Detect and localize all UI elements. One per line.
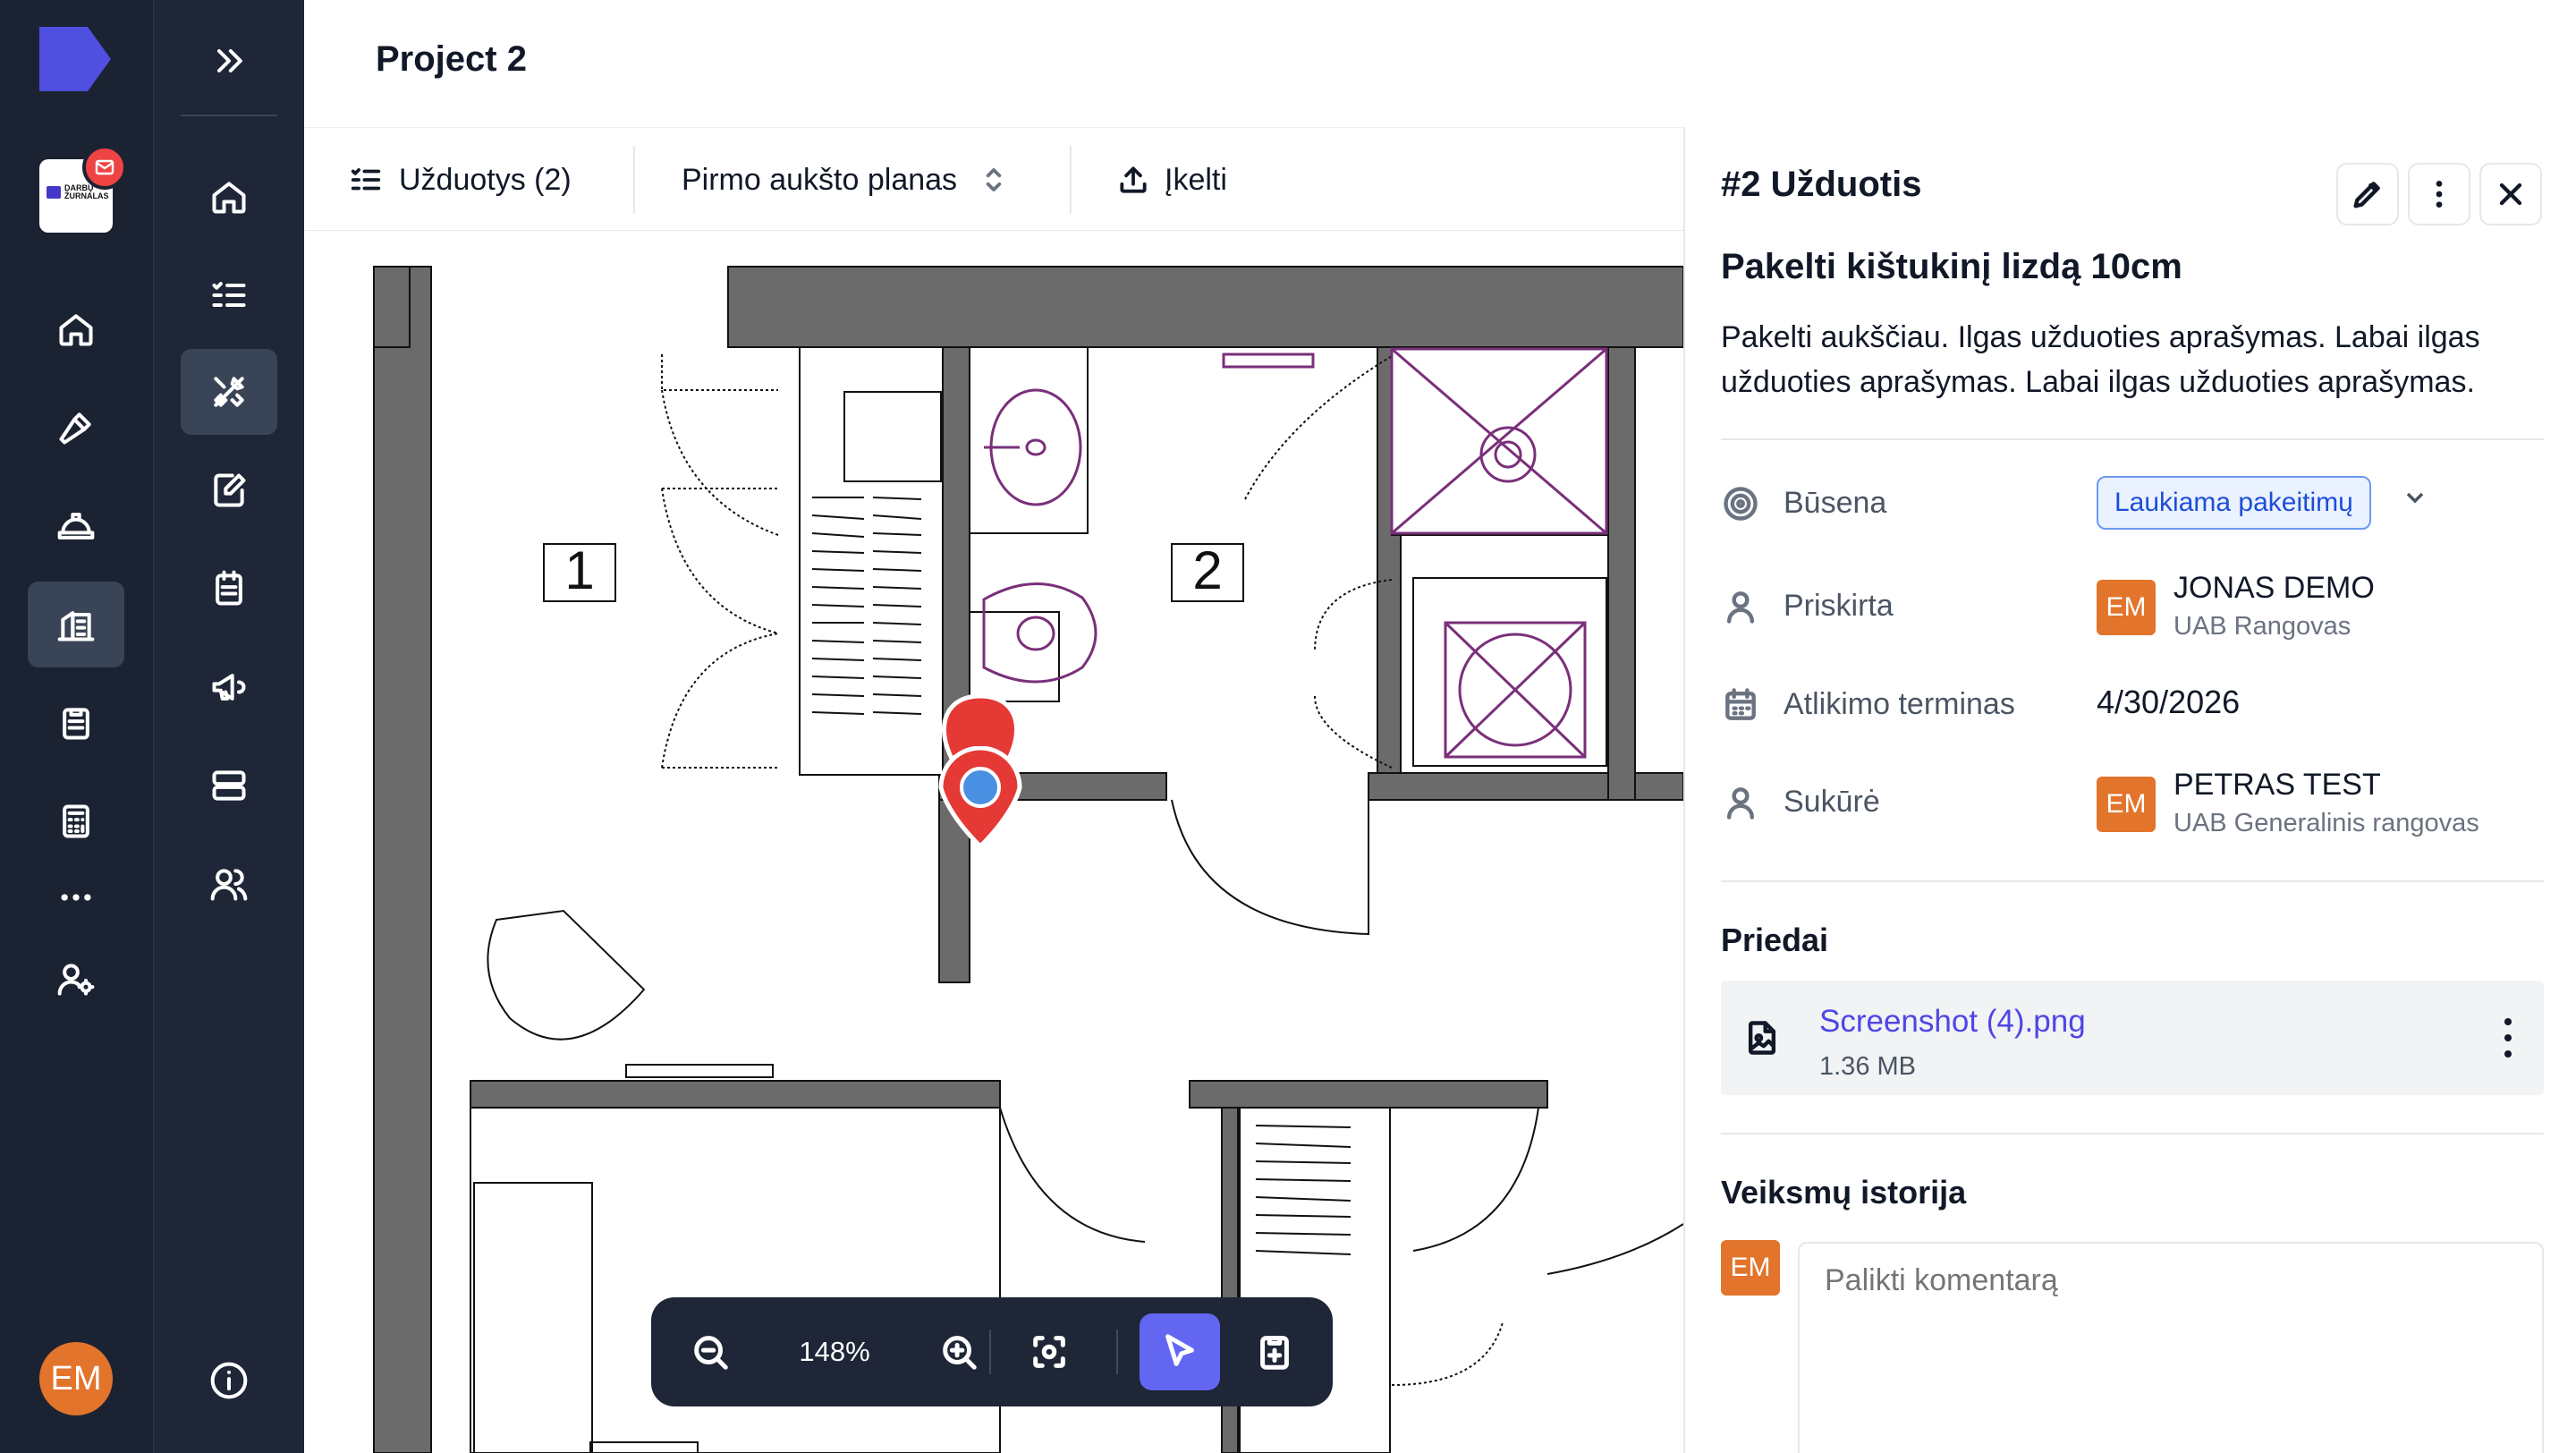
edit-button[interactable] (2336, 163, 2399, 225)
server-icon[interactable] (181, 743, 277, 828)
plan-toolbar: Užduotys (2) Pirmo aukšto planas Įkelti (304, 127, 1683, 231)
megaphone-icon[interactable] (181, 644, 277, 730)
status-badge[interactable]: Laukiama pakeitimų (2097, 476, 2371, 530)
assignee-org: UAB Rangovas (2174, 612, 2351, 641)
zoom-separator (989, 1330, 991, 1374)
primary-sidebar: DARBŲ ŽURNALAS EM (0, 0, 153, 1453)
tools-icon[interactable] (181, 349, 277, 435)
due-date-value: 4/30/2026 (2097, 684, 2241, 720)
attachment-size: 1.36 MB (1819, 1052, 1916, 1081)
assignee-name: JONAS DEMO (2174, 571, 2375, 605)
select-tool-button[interactable] (1140, 1313, 1220, 1390)
calculator-icon[interactable] (28, 778, 124, 864)
close-button[interactable] (2479, 163, 2542, 225)
room-label-1: 1 (564, 540, 594, 600)
plan-select-label: Pirmo aukšto planas (682, 162, 958, 197)
calendar-list-icon[interactable] (181, 546, 277, 632)
clipboard-plus-icon (1254, 1331, 1295, 1372)
calendar-icon (1721, 685, 1760, 725)
zoom-in-button[interactable] (921, 1313, 996, 1390)
close-icon (2493, 176, 2529, 212)
hammer-icon[interactable] (28, 385, 124, 471)
user-settings-icon[interactable] (28, 936, 124, 1022)
task-list-icon[interactable] (181, 252, 277, 338)
status-label: Būsena (1784, 486, 1887, 520)
task-detail-panel: #2 Užduotis Pakelti kištukinį lizdą 10cm… (1683, 127, 2576, 1453)
due-date-label: Atlikimo terminas (1784, 687, 2015, 721)
room-label-2: 2 (1192, 540, 1222, 600)
cursor-arrow-icon (1159, 1331, 1200, 1372)
document-edit-icon[interactable] (181, 447, 277, 533)
more-options-button[interactable] (2408, 163, 2470, 225)
expand-chevrons-icon[interactable] (181, 18, 277, 104)
sidebar-divider (181, 115, 277, 116)
creator-org: UAB Generalinis rangovas (2174, 809, 2479, 837)
mail-notification-icon[interactable] (82, 145, 127, 190)
info-icon[interactable] (181, 1338, 277, 1423)
task-title: Pakelti kištukinį lizdą 10cm (1721, 247, 2182, 286)
add-task-button[interactable] (1236, 1313, 1313, 1390)
creator-name: PETRAS TEST (2174, 768, 2381, 802)
clipboard-icon[interactable] (28, 680, 124, 766)
divider (1721, 1133, 2544, 1134)
vertical-dots-icon[interactable] (2490, 1015, 2526, 1061)
location-pin-icon[interactable] (936, 746, 1025, 854)
chevron-down-icon[interactable] (2401, 483, 2436, 519)
zoom-level: 148% (799, 1336, 870, 1367)
home-icon[interactable] (28, 286, 124, 372)
user-icon (1721, 783, 1760, 822)
assignee-avatar: EM (2097, 580, 2156, 635)
creator-avatar: EM (2097, 777, 2156, 832)
app-logo[interactable] (39, 27, 111, 91)
creator-label: Sukūrė (1784, 785, 1880, 819)
task-description: Pakelti aukščiau. Ilgas užduoties aprašy… (1721, 320, 2480, 399)
upload-button[interactable]: Įkelti (1116, 128, 1227, 232)
image-file-icon (1742, 1018, 1782, 1058)
attachment-item[interactable]: Screenshot (4).png 1.36 MB (1721, 981, 2544, 1095)
history-title: Veiksmų istorija (1721, 1174, 1967, 1211)
task-list-icon (349, 163, 383, 197)
comment-avatar: EM (1721, 1240, 1780, 1296)
divider (1721, 880, 2544, 882)
fit-view-button[interactable] (1011, 1313, 1088, 1390)
pencil-icon (2350, 176, 2385, 212)
target-icon (1721, 484, 1760, 523)
plan-select[interactable]: Pirmo aukšto planas (682, 128, 1011, 232)
toolbar-separator (1070, 146, 1072, 214)
zoom-out-icon (690, 1331, 731, 1372)
upload-label: Įkelti (1165, 162, 1227, 197)
task-number-title: #2 Užduotis (1721, 165, 1922, 204)
zoom-controls: 148% (651, 1297, 1333, 1406)
chevron-updown-icon (977, 163, 1011, 197)
upload-icon (1116, 163, 1150, 197)
more-dots-icon[interactable] (28, 854, 124, 940)
vertical-dots-icon (2421, 176, 2457, 212)
comment-input[interactable] (1798, 1242, 2544, 1453)
project-title: Project 2 (376, 39, 527, 79)
tasks-button[interactable]: Užduotys (2) (349, 128, 572, 232)
user-icon (1721, 587, 1760, 626)
buildings-icon[interactable] (28, 582, 124, 667)
workspace-mark (47, 186, 61, 199)
divider (1721, 438, 2544, 440)
attachment-name[interactable]: Screenshot (4).png (1819, 1004, 2086, 1040)
zoom-out-button[interactable] (673, 1313, 748, 1390)
home-icon[interactable] (181, 154, 277, 240)
users-icon[interactable] (181, 841, 277, 927)
hardhat-icon[interactable] (28, 483, 124, 569)
zoom-in-icon (938, 1331, 979, 1372)
main-header (304, 0, 2576, 127)
zoom-separator (1116, 1330, 1118, 1374)
assignee-label: Priskirta (1784, 589, 1894, 623)
toolbar-separator (633, 146, 635, 214)
user-avatar[interactable]: EM (39, 1342, 113, 1415)
secondary-sidebar (153, 0, 304, 1453)
focus-frame-icon (1029, 1331, 1070, 1372)
tasks-label: Užduotys (2) (399, 162, 572, 197)
attachments-title: Priedai (1721, 922, 1829, 958)
